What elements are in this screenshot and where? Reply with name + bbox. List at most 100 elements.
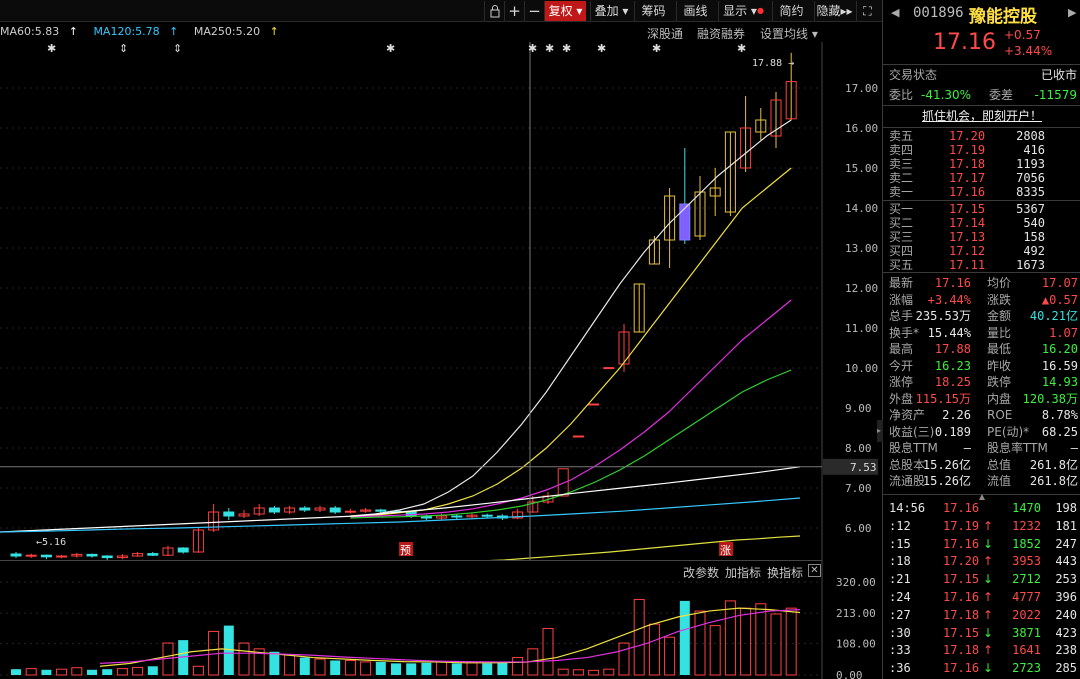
volume-bar [406, 663, 417, 675]
fullscreen-icon[interactable]: ⛶ [856, 1, 878, 21]
trade-status-label: 交易状态 [889, 68, 938, 82]
stat-value: 261.8亿 [1029, 457, 1078, 472]
stat-value: 16.59 [1041, 358, 1078, 373]
event-marker-icon: ✱ [528, 42, 537, 55]
ask-volume: 8335 [1016, 185, 1045, 199]
event-marker-icon: ⇕ [173, 42, 182, 55]
trade-status-value: 已收市 [1040, 68, 1077, 82]
event-marker-icon: ✱ [562, 42, 571, 55]
draw-button[interactable]: 画线 [676, 1, 714, 21]
display-label: 显示 [723, 4, 748, 18]
fuquan-label: 复权 [548, 4, 573, 18]
display-button[interactable]: 显示 ▾● [718, 1, 768, 21]
candle-body [481, 514, 493, 517]
volume-bar [755, 603, 767, 676]
volume-bar [648, 623, 660, 676]
tick-volume: 1852 [1012, 536, 1041, 551]
volume-bar [740, 607, 752, 676]
margin-link[interactable]: 融资融券 [697, 25, 745, 42]
y-tick-label: 15.00 [845, 162, 878, 175]
volume-bar [709, 625, 721, 676]
tick-count: 253 [1055, 572, 1077, 587]
volume-bar [572, 669, 584, 676]
arrow-up-icon: ↑ [169, 25, 179, 38]
ask-label: 卖一 [889, 185, 914, 199]
tick-time: 14:56 [889, 501, 926, 515]
kline-chart[interactable]: 17.00 16.00 15.00 14.00 13.00 12.00 11.00 10.00… [0, 42, 880, 560]
candle-body [101, 555, 113, 559]
simple-button[interactable]: 简约 [772, 1, 810, 21]
event-marker-icon: ✱ [545, 42, 554, 55]
vol-tick-label: 213.00 [836, 607, 876, 620]
candle-body [25, 554, 37, 557]
candle-body [588, 403, 600, 406]
stat-label: 换手* [889, 325, 920, 340]
candle-body [572, 435, 584, 438]
stat-label: 外盘 [889, 391, 914, 406]
tick-direction-icon: ↑ [983, 554, 994, 569]
hide-button[interactable]: 隐藏▸▸ [814, 1, 854, 21]
lock-icon[interactable] [484, 1, 504, 21]
tick-count: 423 [1055, 625, 1077, 640]
volume-bar [314, 658, 326, 676]
stat-value: 235.53万 [915, 309, 971, 323]
tick-count: 285 [1055, 661, 1077, 676]
order-ratio-row: 委比 -41.30% 委差 -11579 [883, 87, 1080, 103]
arrow-up-icon: ↑ [68, 25, 78, 38]
stats-row: 股息TTM — 股息率TTM — [883, 440, 1080, 456]
chips-button[interactable]: 筹码 [634, 1, 672, 21]
tick-volume: 1470 [1012, 501, 1041, 515]
stat-label: 总手 [889, 309, 914, 323]
fuquan-button[interactable]: 复权 ▾ [544, 1, 586, 21]
next-stock-icon[interactable]: ▶ [1068, 6, 1076, 19]
volume-bar [694, 610, 706, 676]
stat-label: 总值 [987, 457, 1012, 472]
sgt-link[interactable]: 深股通 [647, 25, 683, 42]
stat-value: 16.23 [934, 358, 971, 373]
tick-price: 17.19 [943, 518, 980, 533]
candle-body [223, 511, 235, 517]
tick-volume: 3953 [1012, 554, 1041, 569]
vol-tick-label: 320.00 [836, 576, 876, 589]
volume-bar [785, 607, 797, 676]
volume-bar [25, 668, 37, 676]
stat-value: 8.78% [1041, 408, 1078, 422]
volume-bar [451, 663, 462, 675]
event-marker-icon: ✱ [737, 42, 746, 55]
open-account-promo[interactable]: 抓住机会，即刻开户！ [883, 108, 1080, 124]
tick-count: 238 [1055, 643, 1077, 658]
y-tick-label: 11.00 [845, 322, 878, 335]
stat-value: 16.20 [1041, 342, 1078, 356]
y-tick-label: 17.00 [845, 82, 878, 95]
y-tick-label: 7.00 [845, 482, 872, 495]
tick-volume: 2022 [1012, 607, 1041, 622]
stat-value: 40.21亿 [1029, 309, 1078, 323]
stat-value: 0.189 [934, 424, 971, 439]
volume-bar [618, 642, 630, 676]
ma-settings-link[interactable]: 设置均线 ▾ [760, 25, 818, 42]
candle-body [86, 553, 98, 557]
candle-body [147, 553, 159, 556]
tick-price: 17.18 [943, 607, 980, 622]
tick-time: :12 [889, 518, 911, 533]
tick-time: :27 [889, 607, 911, 622]
bid-label: 买五 [889, 258, 914, 272]
overlay-button[interactable]: 叠加 ▾ [590, 1, 632, 21]
stat-label: 今开 [889, 358, 914, 373]
zoom-in-icon[interactable]: + [504, 1, 524, 21]
volume-bar [132, 666, 144, 676]
y-tick-label: 14.00 [845, 202, 878, 215]
volume-chart[interactable]: 320.00 213.00 108.00 0.00 [0, 560, 880, 679]
stat-label: 金额 [987, 309, 1012, 323]
volume-bar [603, 668, 615, 676]
panel-toggle-icon[interactable]: ▸ [877, 420, 883, 442]
zoom-out-icon[interactable]: − [524, 1, 544, 21]
y-tick-label: 9.00 [845, 402, 872, 415]
event-marker-icon: ✱ [652, 42, 661, 55]
prev-stock-icon[interactable]: ◀ [891, 6, 899, 19]
volume-bar [436, 661, 448, 676]
volume-bar [557, 668, 569, 676]
ma-settings-label: 设置均线 [760, 27, 809, 41]
stat-label: 涨幅 [889, 292, 914, 307]
stat-value: 261.8亿 [1029, 474, 1078, 488]
